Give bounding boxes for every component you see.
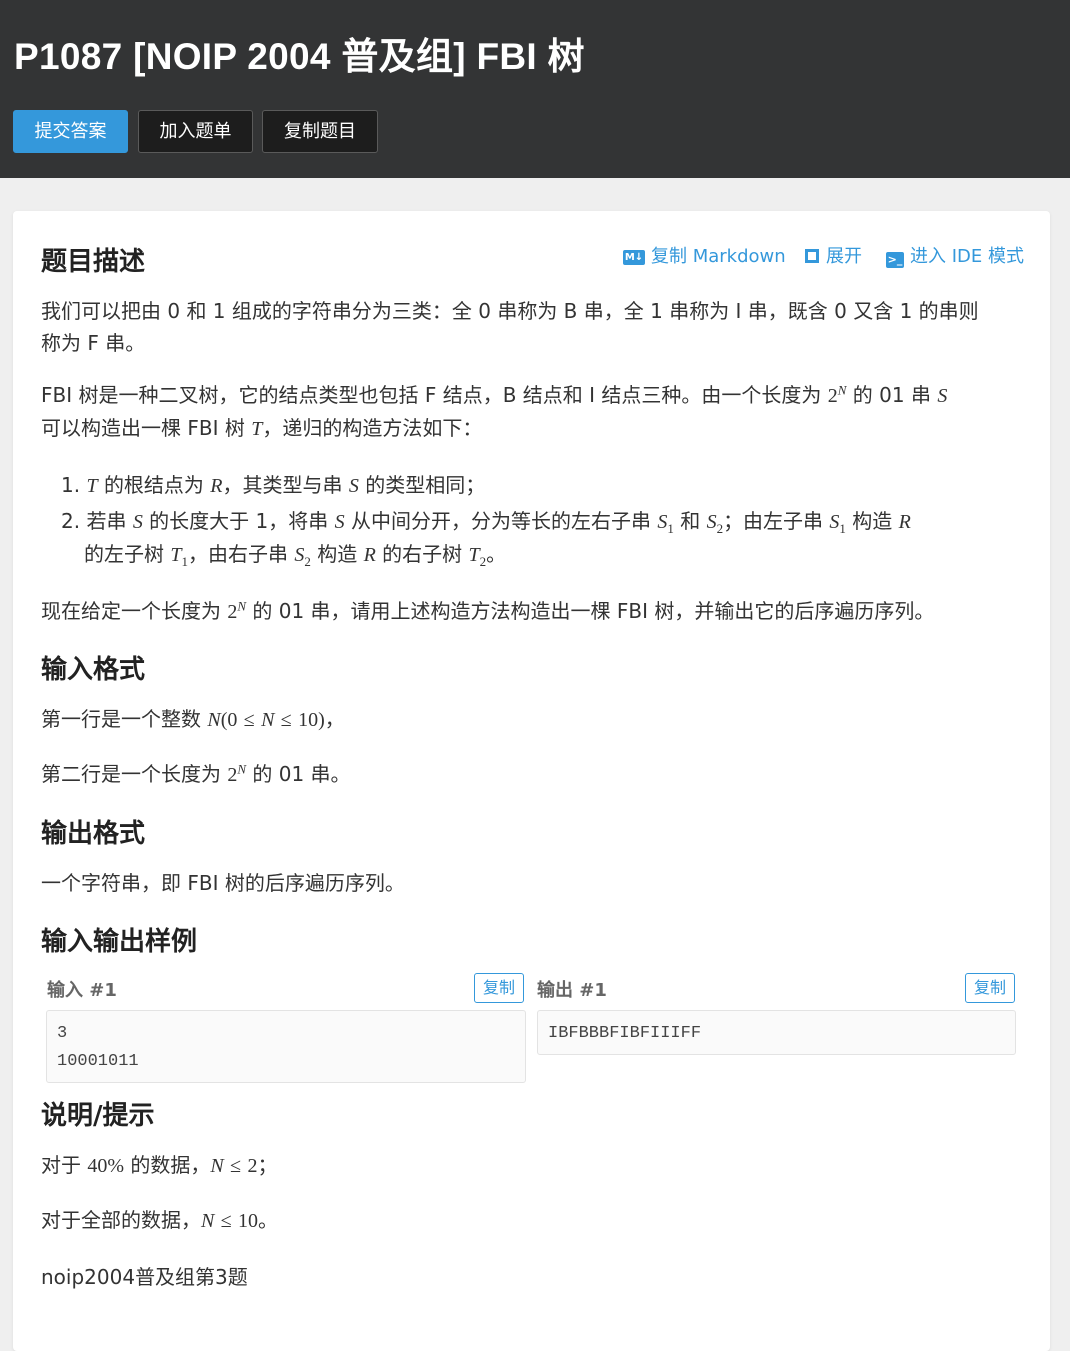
terminal-icon: >_ bbox=[886, 252, 904, 268]
expand-label: 展开 bbox=[826, 246, 862, 267]
expand-icon bbox=[805, 249, 819, 263]
problem-header: P1087 [NOIP 2004 普及组] FBI 树 提交答案 加入题单 复制… bbox=[0, 0, 1070, 178]
copy-markdown-link[interactable]: M↓ 复制 Markdown bbox=[623, 242, 786, 268]
copy-problem-button[interactable]: 复制题目 bbox=[262, 110, 378, 153]
description-paragraph-1: 我们可以把由 0 和 1 组成的字符串分为三类：全 0 串称为 B 串，全 1 … bbox=[41, 295, 979, 359]
output-format-heading: 输出格式 bbox=[41, 819, 146, 849]
hint-line-3: noip2004普及组第3题 bbox=[41, 1265, 248, 1289]
problem-card: 题目描述 M↓ 复制 Markdown 展开 >_ 进入 IDE 模式 我们可以把由… bbox=[13, 211, 1050, 1351]
expand-link[interactable]: 展开 bbox=[805, 242, 862, 268]
input-format-line-2: 第二行是一个长度为 2N 的 01 串。 bbox=[41, 761, 351, 786]
text-line: 称为 F 串。 bbox=[41, 331, 146, 355]
copy-input-button[interactable]: 复制 bbox=[474, 973, 524, 1003]
list-item: 1. T 的根结点为 R，其类型与串 S 的类型相同； bbox=[61, 473, 486, 497]
description-paragraph-3: 现在给定一个长度为 2N 的 01 串，请用上述构造方法构造出一棵 FBI 树，… bbox=[41, 598, 935, 623]
add-to-list-button[interactable]: 加入题单 bbox=[138, 110, 253, 153]
submit-button[interactable]: 提交答案 bbox=[13, 110, 128, 153]
hint-line-2: 对于全部的数据，N ≤ 10。 bbox=[41, 1208, 279, 1232]
ide-mode-link[interactable]: >_ 进入 IDE 模式 bbox=[886, 242, 1024, 268]
markdown-icon: M↓ bbox=[623, 250, 645, 265]
hint-heading: 说明/提示 bbox=[41, 1101, 155, 1131]
list-item-continued: 的左子树 T1，由右子串 S2 构造 R 的右子树 T2。 bbox=[84, 542, 507, 569]
text-line: 我们可以把由 0 和 1 组成的字符串分为三类：全 0 串称为 B 串，全 1 … bbox=[41, 299, 979, 323]
description-heading: 题目描述 bbox=[41, 247, 146, 277]
output-format-line-1: 一个字符串，即 FBI 树的后序遍历序列。 bbox=[41, 871, 405, 895]
description-paragraph-2: FBI 树是一种二叉树，它的结点类型也包括 F 结点，B 结点和 I 结点三种。… bbox=[41, 379, 947, 445]
sample-input-box[interactable]: 3 10001011 bbox=[46, 1010, 526, 1083]
sample-output-box[interactable]: IBFBBBFIBFIIIFF bbox=[537, 1010, 1016, 1055]
samples-heading: 输入输出样例 bbox=[41, 927, 198, 957]
input-format-line-1: 第一行是一个整数 N(0 ≤ N ≤ 10)， bbox=[41, 707, 345, 731]
sample-input-label: 输入 #1 bbox=[47, 980, 117, 1001]
sample-output-label: 输出 #1 bbox=[537, 980, 607, 1001]
page-title: P1087 [NOIP 2004 普及组] FBI 树 bbox=[14, 36, 585, 77]
copy-output-button[interactable]: 复制 bbox=[965, 973, 1015, 1003]
hint-line-1: 对于 40% 的数据，N ≤ 2； bbox=[41, 1153, 278, 1177]
list-item: 2. 若串 S 的长度大于 1，将串 S 从中间分开，分为等长的左右子串 S1 … bbox=[61, 509, 911, 536]
input-format-heading: 输入格式 bbox=[41, 655, 146, 685]
text-line: 可以构造出一棵 FBI 树 T，递归的构造方法如下： bbox=[41, 416, 483, 440]
construction-steps: 1. T 的根结点为 R，其类型与串 S 的类型相同； 2. 若串 S 的长度大… bbox=[61, 469, 911, 571]
text-line: FBI 树是一种二叉树，它的结点类型也包括 F 结点，B 结点和 I 结点三种。… bbox=[41, 382, 948, 407]
ide-mode-label: 进入 IDE 模式 bbox=[910, 246, 1024, 267]
copy-markdown-label: 复制 Markdown bbox=[651, 246, 786, 267]
